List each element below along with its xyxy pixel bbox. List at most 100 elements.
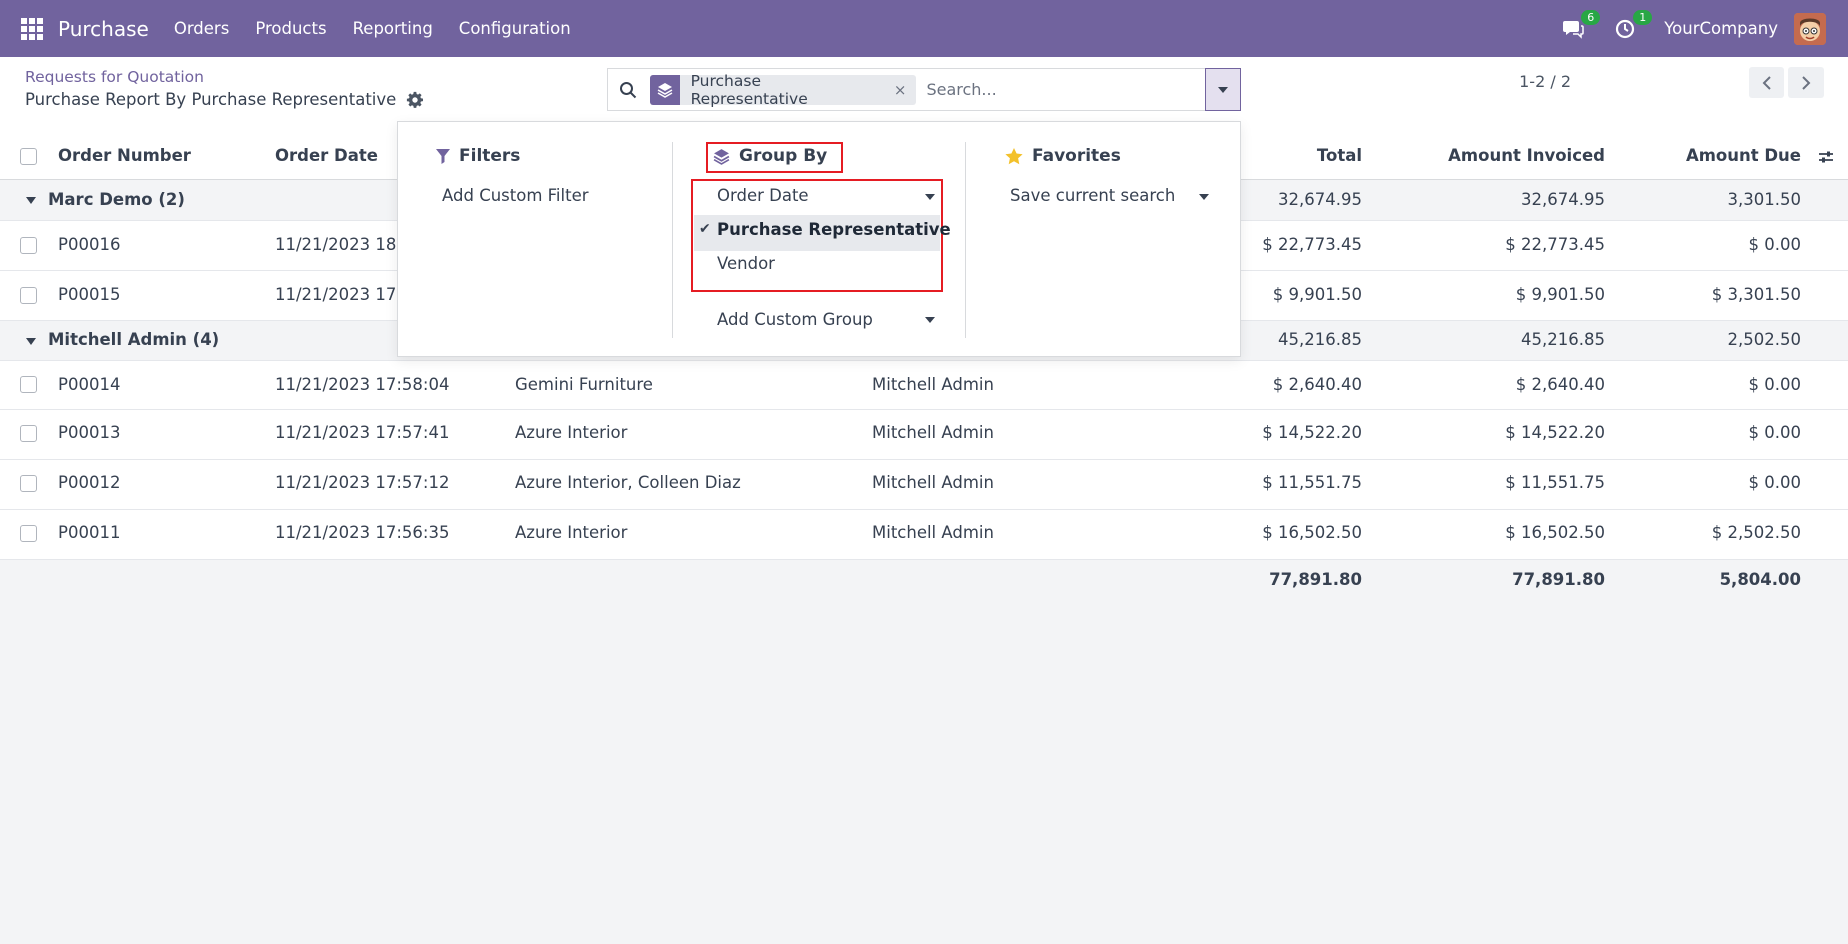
column-total[interactable]: Total [1317, 146, 1362, 165]
order-number: P00014 [58, 375, 121, 394]
caret-down-icon[interactable] [925, 194, 935, 200]
order-due: $ 3,301.50 [1711, 285, 1801, 304]
star-icon [1005, 147, 1023, 165]
group-title: Mitchell Admin (4) [48, 330, 220, 349]
add-custom-filter-button[interactable]: Add Custom Filter [442, 186, 589, 205]
order-due: $ 0.00 [1748, 473, 1801, 492]
filters-heading-label: Filters [459, 146, 521, 166]
order-total: $ 11,551.75 [1262, 473, 1362, 492]
chevron-right-icon [1802, 75, 1811, 90]
order-invoiced: $ 2,640.40 [1515, 375, 1605, 394]
order-representative: Mitchell Admin [872, 423, 994, 442]
group-by-purchase-representative[interactable]: Purchase Representative [717, 220, 951, 239]
favorites-heading-label: Favorites [1032, 146, 1121, 166]
order-date: 11/21/2023 17:58:04 [275, 375, 450, 394]
column-settings-icon[interactable] [1818, 149, 1834, 165]
main-menu: Orders Products Reporting Configuration [161, 19, 584, 38]
apps-menu-icon[interactable] [21, 17, 43, 40]
app-name[interactable]: Purchase [58, 17, 149, 41]
order-due: $ 0.00 [1748, 235, 1801, 254]
group-by-heading-label: Group By [739, 146, 828, 166]
facet-remove-button[interactable]: × [894, 81, 917, 99]
order-invoiced: $ 14,522.20 [1505, 423, 1605, 442]
order-date: 11/21/2023 17:56:35 [275, 523, 450, 542]
activities-count-badge: 1 [1633, 9, 1653, 25]
gear-icon[interactable] [406, 91, 424, 109]
table-row[interactable]: P00013 11/21/2023 17:57:41 Azure Interio… [0, 410, 1848, 460]
column-order-number[interactable]: Order Number [58, 146, 191, 165]
breadcrumb-link[interactable]: Requests for Quotation [25, 68, 204, 86]
search-facet: Purchase Representative × [649, 71, 917, 108]
menu-orders[interactable]: Orders [161, 19, 243, 38]
group-title: Marc Demo (2) [48, 190, 185, 209]
table-row[interactable]: P00014 11/21/2023 17:58:04 Gemini Furnit… [0, 361, 1848, 410]
row-checkbox[interactable] [20, 376, 37, 393]
select-all-checkbox[interactable] [20, 148, 37, 165]
order-representative: Mitchell Admin [872, 473, 994, 492]
page-title: Purchase Report By Purchase Representati… [25, 90, 397, 109]
order-number: P00012 [58, 473, 121, 492]
group-total: 32,674.95 [1278, 190, 1362, 209]
layers-icon [713, 148, 730, 165]
column-amount-invoiced[interactable]: Amount Invoiced [1448, 146, 1605, 165]
add-custom-group-select[interactable]: Add Custom Group [717, 310, 873, 329]
group-by-vendor[interactable]: Vendor [717, 254, 775, 273]
messages-button[interactable]: 6 [1560, 9, 1601, 42]
order-due: $ 0.00 [1748, 423, 1801, 442]
group-due: 3,301.50 [1727, 190, 1801, 209]
row-checkbox[interactable] [20, 425, 37, 442]
order-representative: Mitchell Admin [872, 523, 994, 542]
pager-next-button[interactable] [1788, 67, 1824, 98]
layers-icon [649, 74, 680, 105]
row-checkbox[interactable] [20, 287, 37, 304]
filter-icon [436, 148, 450, 164]
order-invoiced: $ 22,773.45 [1505, 235, 1605, 254]
order-invoiced: $ 11,551.75 [1505, 473, 1605, 492]
search-bar: Purchase Representative × [607, 68, 1205, 111]
favorites-heading: Favorites [1005, 146, 1121, 166]
company-switcher[interactable]: YourCompany [1664, 19, 1778, 38]
order-invoiced: $ 9,901.50 [1515, 285, 1605, 304]
grand-due: 5,804.00 [1719, 570, 1801, 589]
group-by-order-date[interactable]: Order Date [717, 186, 809, 205]
table-row[interactable]: P00012 11/21/2023 17:57:12 Azure Interio… [0, 460, 1848, 510]
caret-down-icon[interactable] [1199, 194, 1209, 200]
activities-button[interactable]: 1 [1612, 9, 1653, 42]
save-current-search-button[interactable]: Save current search [1010, 186, 1175, 205]
row-checkbox[interactable] [20, 475, 37, 492]
order-representative: Mitchell Admin [872, 375, 994, 394]
order-total: $ 9,901.50 [1272, 285, 1362, 304]
order-number: P00015 [58, 285, 121, 304]
pager-value[interactable]: 1-2 / 2 [1519, 72, 1571, 91]
order-total: $ 2,640.40 [1272, 375, 1362, 394]
chat-icon [1563, 20, 1585, 39]
order-number: P00016 [58, 235, 121, 254]
table-row[interactable]: P00011 11/21/2023 17:56:35 Azure Interio… [0, 510, 1848, 560]
menu-reporting[interactable]: Reporting [340, 19, 446, 38]
column-divider [672, 142, 673, 338]
order-due: $ 2,502.50 [1711, 523, 1801, 542]
row-checkbox[interactable] [20, 525, 37, 542]
facet-label: Purchase Representative [690, 71, 808, 108]
group-by-heading: Group By [713, 146, 827, 166]
menu-configuration[interactable]: Configuration [446, 19, 584, 38]
group-invoiced: 45,216.85 [1521, 330, 1605, 349]
search-panel-toggle-button[interactable] [1205, 68, 1241, 111]
caret-down-icon[interactable] [925, 317, 935, 323]
search-input[interactable] [926, 80, 1205, 99]
order-total: $ 16,502.50 [1262, 523, 1362, 542]
menu-products[interactable]: Products [242, 19, 339, 38]
filters-heading: Filters [436, 146, 520, 166]
order-date: 11/21/2023 17:57:12 [275, 473, 450, 492]
column-divider [965, 142, 966, 338]
search-icon[interactable] [608, 69, 648, 110]
group-due: 2,502.50 [1727, 330, 1801, 349]
column-order-date[interactable]: Order Date [275, 146, 378, 165]
order-vendor: Azure Interior [515, 523, 628, 542]
pager-previous-button[interactable] [1749, 67, 1784, 98]
user-avatar[interactable] [1794, 12, 1826, 45]
row-checkbox[interactable] [20, 237, 37, 254]
order-date: 11/21/2023 18: [275, 235, 402, 254]
order-date: 11/21/2023 17: [275, 285, 402, 304]
column-amount-due[interactable]: Amount Due [1686, 146, 1801, 165]
